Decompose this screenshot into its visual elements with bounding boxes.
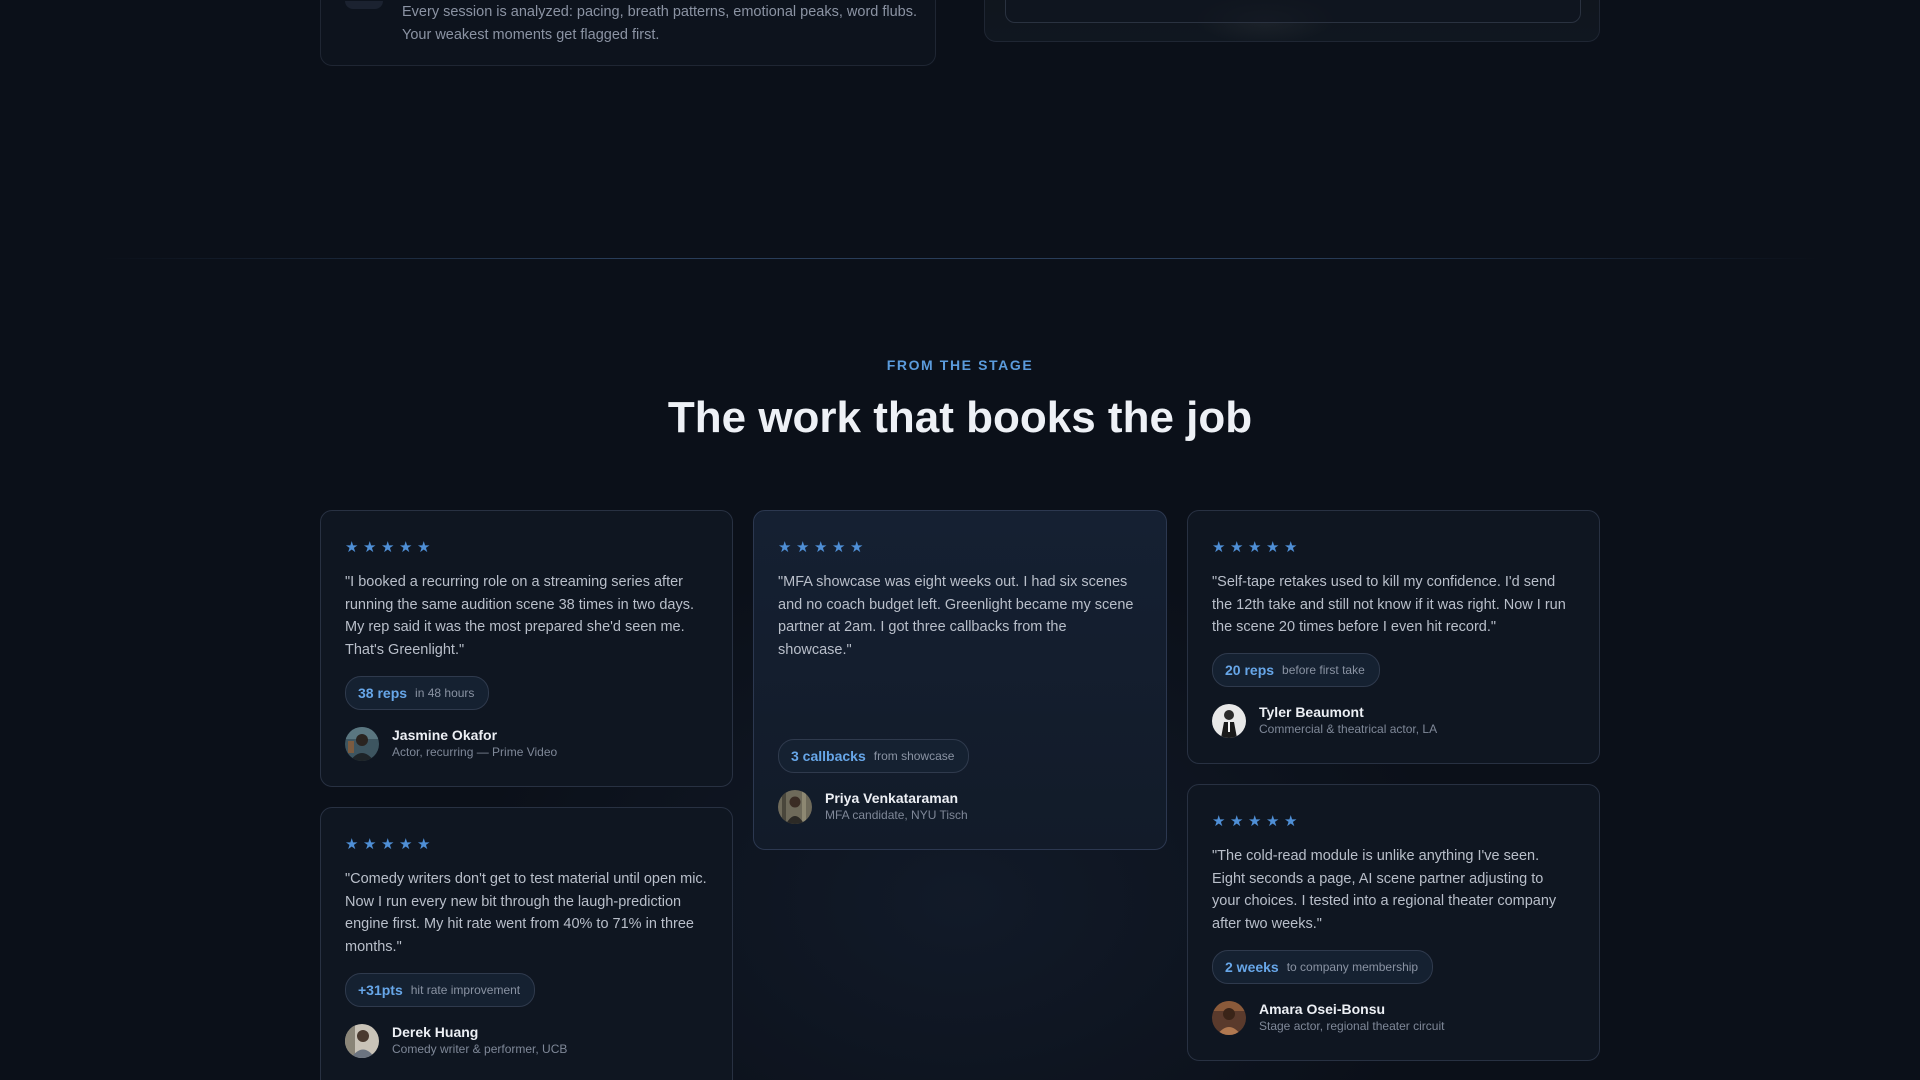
star-rating: ★ ★ ★ ★ ★ [345,836,708,854]
star-icon: ★ [345,539,359,556]
metric-label: before first take [1282,663,1365,677]
star-rating: ★ ★ ★ ★ ★ [345,539,708,557]
avatar [1212,1000,1246,1035]
testimonial-quote: "I booked a recurring role on a streamin… [345,574,695,658]
testimonial-quote: "Comedy writers don't get to test materi… [345,871,707,955]
star-icon: ★ [1230,813,1244,830]
star-icon: ★ [796,539,810,556]
metric-value: 3 callbacks [791,748,866,764]
star-icon: ★ [832,539,846,556]
star-rating: ★ ★ ★ ★ ★ [1212,813,1575,831]
star-icon: ★ [778,539,792,556]
avatar [345,726,379,761]
author: Tyler Beaumont Commercial & theatrical a… [1212,703,1437,738]
star-icon: ★ [381,836,395,853]
testimonial-card-tyler: ★ ★ ★ ★ ★ "Self-tape retakes used to kil… [1187,510,1600,764]
star-icon: ★ [399,539,413,556]
feature-icon [345,1,383,9]
star-icon: ★ [417,836,431,853]
star-icon: ★ [1248,813,1262,830]
author: Jasmine Okafor Actor, recurring — Prime … [345,726,557,761]
star-icon: ★ [814,539,828,556]
author-name: Tyler Beaumont [1259,704,1364,720]
star-icon: ★ [850,539,864,556]
star-icon: ★ [345,836,359,853]
author: Amara Osei-Bonsu Stage actor, regional t… [1212,1000,1444,1035]
star-rating: ★ ★ ★ ★ ★ [1212,539,1575,557]
metric-badge: 20 reps before first take [1212,653,1380,687]
author-role: Stage actor, regional theater circuit [1259,1019,1445,1033]
metric-label: to company membership [1286,960,1419,974]
star-icon: ★ [1284,539,1298,556]
feature-card-preview [984,0,1600,42]
star-icon: ★ [399,836,413,853]
author-role: Comedy writer & performer, UCB [392,1042,568,1056]
star-icon: ★ [363,539,377,556]
star-icon: ★ [1266,813,1280,830]
page: Every session is analyzed: pacing, breat… [0,0,1920,1080]
star-icon: ★ [363,836,377,853]
feature-card-analysis: Every session is analyzed: pacing, breat… [320,0,936,66]
author: Derek Huang Comedy writer & performer, U… [345,1023,567,1058]
metric-badge: +31pts hit rate improvement [345,973,536,1007]
author-name: Derek Huang [392,1024,479,1040]
metric-label: hit rate improvement [410,983,521,997]
preview-panel [1005,0,1581,23]
star-icon: ★ [1266,539,1280,556]
metric-badge: 38 reps in 48 hours [345,676,490,710]
star-icon: ★ [1248,539,1262,556]
testimonial-quote: "The cold-read module is unlike anything… [1212,848,1557,932]
author-name: Priya Venkataraman [825,790,959,806]
metric-badge: 3 callbacks from showcase [778,739,970,773]
testimonial-quote: "Self-tape retakes used to kill my confi… [1212,574,1566,636]
metric-value: 20 reps [1225,662,1275,678]
section-eyebrow: FROM THE STAGE [886,357,1034,373]
metric-value: 2 weeks [1225,959,1279,975]
author-role: Actor, recurring — Prime Video [392,745,558,759]
avatar [1212,703,1246,738]
testimonial-card-priya: ★ ★ ★ ★ ★ "MFA showcase was eight weeks … [753,510,1167,850]
feature-description: Every session is analyzed: pacing, breat… [402,4,918,43]
testimonial-card-jasmine: ★ ★ ★ ★ ★ "I booked a recurring role on … [320,510,733,787]
author-role: MFA candidate, NYU Tisch [825,808,968,822]
avatar [345,1023,379,1058]
author: Priya Venkataraman MFA candidate, NYU Ti… [778,789,968,824]
author-name: Amara Osei-Bonsu [1259,1001,1386,1017]
star-icon: ★ [1284,813,1298,830]
metric-label: in 48 hours [415,686,475,700]
section-divider [100,258,1820,259]
avatar [778,789,812,824]
star-icon: ★ [1230,539,1244,556]
star-icon: ★ [1212,813,1226,830]
testimonial-card-derek: ★ ★ ★ ★ ★ "Comedy writers don't get to t… [320,807,733,1080]
star-icon: ★ [417,539,431,556]
testimonial-card-amara: ★ ★ ★ ★ ★ "The cold-read module is unlik… [1187,784,1600,1061]
metric-value: 38 reps [358,685,408,701]
testimonial-quote: "MFA showcase was eight weeks out. I had… [778,574,1134,658]
author-name: Jasmine Okafor [392,727,498,743]
author-role: Commercial & theatrical actor, LA [1259,722,1438,736]
star-icon: ★ [381,539,395,556]
star-rating: ★ ★ ★ ★ ★ [778,539,1142,557]
metric-badge: 2 weeks to company membership [1212,950,1434,984]
section-title: The work that books the job [667,393,1253,442]
metric-value: +31pts [358,982,403,998]
star-icon: ★ [1212,539,1226,556]
metric-label: from showcase [873,749,955,763]
